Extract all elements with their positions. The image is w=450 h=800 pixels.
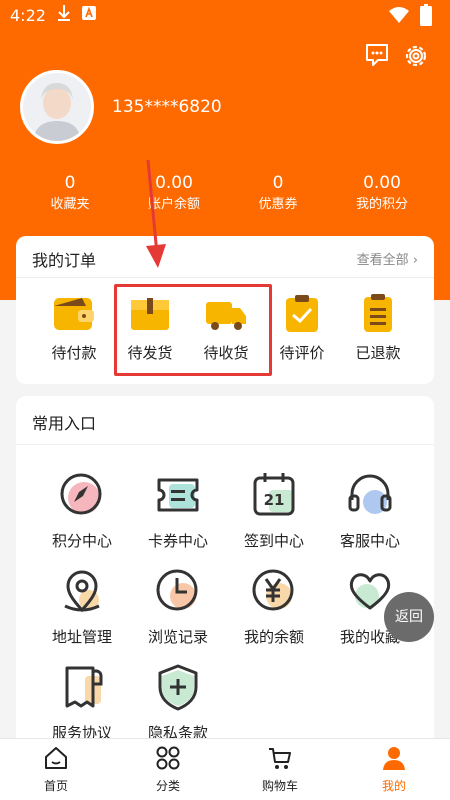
wallet-icon [54,298,94,330]
gear-icon[interactable] [402,42,430,70]
entry-coupon-center[interactable]: 卡券中心 [130,470,226,551]
stat-value: 0 [64,173,76,193]
battery-icon [420,4,432,26]
orders-header: 我的订单 查看全部 › [16,236,434,278]
entry-label: 浏览记录 [147,628,208,646]
status-time: 4:22 [10,6,46,25]
app-notification-icon [82,6,96,20]
user-phone: 135****6820 [112,97,222,117]
entry-label: 卡券中心 [147,532,208,550]
tab-label: 首页 [43,779,68,793]
calendar-icon: 21 [253,473,295,516]
tab-category[interactable]: 分类 [128,745,208,794]
clipboard-check-icon [286,295,318,332]
order-label: 待评价 [279,344,325,362]
entry-label: 客服中心 [339,532,400,550]
entry-browse-history[interactable]: 浏览记录 [130,566,226,647]
tab-label: 我的 [381,779,406,793]
shield-plus-icon [158,664,198,711]
tab-mine[interactable]: 我的 [354,745,434,794]
common-entries-card: 常用入口 积分中心 卡券中心 21 签到中心 客服中心 地址管理 浏览记录 我的… [16,396,434,756]
entry-service-agreement[interactable]: 服务协议 [34,662,130,743]
view-all-orders-link[interactable]: 查看全部 › [357,249,418,268]
yen-icon [252,569,294,611]
svg-text:21: 21 [264,491,285,509]
highlight-annotation-box [114,284,272,376]
compass-icon [60,473,102,515]
entry-label: 积分中心 [51,532,112,550]
tab-home[interactable]: 首页 [16,745,96,794]
download-icon [58,5,70,21]
list-doc-icon [364,294,392,332]
avatar[interactable] [20,70,94,144]
common-title: 常用入口 [32,414,97,433]
order-label: 待付款 [51,344,97,362]
orders-title: 我的订单 [32,251,97,270]
wifi-icon [389,7,409,23]
stat-value: 0 [272,173,284,193]
tab-cart[interactable]: 购物车 [240,745,320,794]
back-button[interactable]: 返回 [384,592,434,642]
entry-label: 我的余额 [243,628,304,646]
clock-icon [156,569,198,611]
message-icon[interactable] [364,42,390,68]
entry-customer-service[interactable]: 客服中心 [322,470,418,551]
annotation-arrow [146,159,166,268]
stat-points[interactable]: 0.00 我的积分 [332,172,432,216]
entry-privacy-terms[interactable]: 隐私条款 [130,662,226,743]
bottom-tab-bar: 首页 分类 购物车 我的 [0,738,450,800]
document-icon [65,666,103,708]
tab-label: 购物车 [261,779,298,793]
order-pending-review[interactable]: 待评价 [264,294,340,363]
stat-coupons[interactable]: 0 优惠券 [228,172,328,216]
stat-label: 收藏夹 [50,197,90,212]
user-icon [383,747,405,770]
status-bar: 4:22 [0,0,450,34]
home-icon [45,747,67,769]
stat-label: 我的积分 [355,197,408,212]
tab-label: 分类 [155,779,180,793]
stat-favorites[interactable]: 0 收藏夹 [20,172,120,216]
chevron-right-icon: › [412,253,418,268]
headset-icon [348,474,392,514]
view-all-label: 查看全部 [356,253,409,268]
order-pending-payment[interactable]: 待付款 [36,294,112,363]
location-icon [64,570,100,613]
account-stats: 0 收藏夹 0.00 账户余额 0 优惠券 0.00 我的积分 [0,172,450,222]
divider [16,444,434,445]
stat-label: 优惠券 [258,197,298,212]
entry-label: 签到中心 [243,532,304,550]
stat-value: 0.00 [363,173,401,193]
order-label: 已退款 [355,344,401,362]
cart-icon [269,748,291,769]
entry-label: 地址管理 [51,628,112,646]
order-refunded[interactable]: 已退款 [340,294,416,363]
entry-points-center[interactable]: 积分中心 [34,470,130,551]
avatar-image [23,73,91,141]
entry-my-balance[interactable]: 我的余额 [226,566,322,647]
ticket-icon [157,478,199,512]
category-icon [156,746,180,770]
entry-address-management[interactable]: 地址管理 [34,566,130,647]
entry-checkin-center[interactable]: 21 签到中心 [226,470,322,551]
